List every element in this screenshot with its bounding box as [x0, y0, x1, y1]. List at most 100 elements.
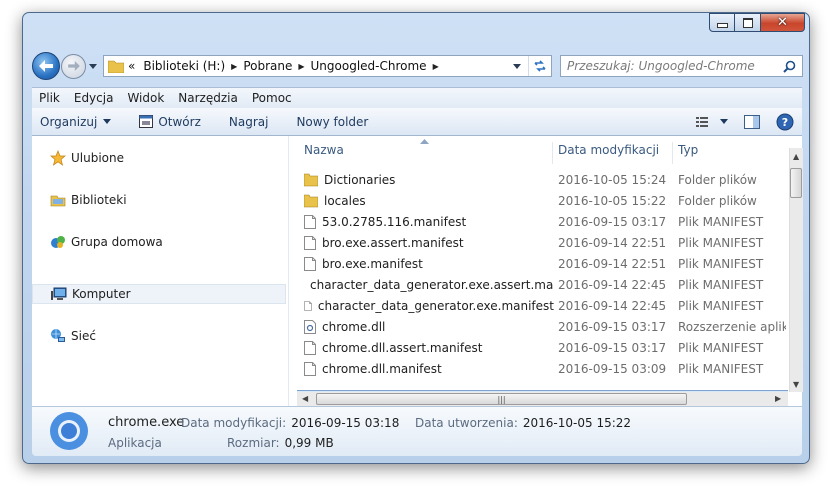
chromium-app-icon: [50, 412, 88, 450]
table-row[interactable]: bro.exe.assert.manifest 2016-09-14 22:51 P…: [297, 232, 788, 253]
table-row[interactable]: chrome.dll.manifest 2016-09-15 03:09 Plik …: [297, 358, 788, 379]
recent-pages-dropdown[interactable]: [88, 61, 98, 71]
star-icon: [50, 150, 66, 166]
address-history-dropdown-icon[interactable]: [513, 63, 521, 69]
table-row[interactable]: locales 2016-10-05 15:22 Folder plików: [297, 190, 788, 211]
nav-item-label: Sieć: [71, 329, 96, 343]
file-date-cell: 2016-09-15 03:09: [558, 358, 666, 379]
dll-file-icon: [304, 319, 316, 334]
help-button[interactable]: ?: [768, 111, 802, 133]
nav-item-favorites[interactable]: Ulubione: [32, 148, 286, 168]
breadcrumb-separator-icon[interactable]: ▶: [296, 62, 306, 71]
scroll-left-icon[interactable]: ◀: [302, 394, 308, 403]
organize-label: Organizuj: [40, 114, 98, 129]
breadcrumb-item[interactable]: Biblioteki (H:): [139, 59, 229, 73]
address-bar[interactable]: « Biblioteki (H:) ▶ Pobrane ▶ Ungoogled-…: [103, 55, 552, 77]
search-icon[interactable]: [783, 60, 796, 73]
menu-tools[interactable]: Narzędzia: [171, 91, 245, 105]
details-file-name: chrome.exe: [108, 415, 185, 430]
burn-label: Nagraj: [228, 114, 269, 129]
file-type: Rozszerzenie aplik.: [678, 319, 786, 334]
table-row[interactable]: chrome.dll.assert.manifest 2016-09-15 03:…: [297, 337, 788, 358]
column-divider[interactable]: [672, 142, 673, 164]
nav-item-label: Biblioteki: [71, 193, 127, 207]
breadcrumb-separator-icon[interactable]: ▶: [229, 62, 239, 71]
file-date-cell: 2016-09-15 03:17: [558, 337, 666, 358]
file-date: 2016-10-05 15:22: [558, 193, 667, 208]
organize-button[interactable]: Organizuj: [32, 111, 119, 133]
search-input[interactable]: [561, 58, 783, 74]
file-date: 2016-09-15 03:17: [558, 319, 667, 334]
forward-button[interactable]: [61, 53, 86, 79]
file-type-cell: Plik MANIFEST: [678, 358, 786, 379]
new-folder-button[interactable]: Nowy folder: [288, 111, 376, 133]
network-icon: [51, 329, 65, 342]
open-button[interactable]: Otwórz: [131, 111, 209, 133]
file-type: Plik MANIFEST: [678, 214, 764, 229]
change-view-button[interactable]: [688, 111, 736, 133]
file-type-cell: Plik MANIFEST: [678, 274, 786, 295]
file-icon: [304, 340, 316, 355]
scroll-right-icon[interactable]: ▶: [775, 394, 781, 403]
file-name: chrome.dll: [322, 319, 386, 334]
preview-pane-button[interactable]: [736, 111, 768, 133]
maximize-button[interactable]: [735, 13, 761, 32]
scroll-up-icon[interactable]: ▲: [793, 152, 799, 161]
scroll-down-icon[interactable]: ▼: [793, 380, 799, 389]
file-date-cell: 2016-10-05 15:22: [558, 190, 666, 211]
nav-item-label: Ulubione: [71, 151, 125, 165]
file-date-cell: 2016-09-15 03:17: [558, 316, 666, 337]
table-row[interactable]: character_data_generator.exe.manifest 201…: [297, 295, 788, 316]
menu-view[interactable]: Widok: [120, 91, 171, 105]
table-row[interactable]: bro.exe.manifest 2016-09-14 22:51 Plik MAN…: [297, 253, 788, 274]
file-name: chrome.dll.assert.manifest: [322, 340, 483, 355]
breadcrumb-item[interactable]: Ungoogled-Chrome: [307, 59, 431, 73]
file-date-cell: 2016-09-14 22:45: [558, 295, 666, 316]
arrow-left-icon: [39, 60, 53, 72]
column-header-label: Data modyfikacji: [558, 143, 660, 157]
file-type-cell: Plik MANIFEST: [678, 232, 786, 253]
nav-item-computer[interactable]: Komputer: [32, 284, 286, 304]
nav-item-network[interactable]: Sieć: [32, 326, 286, 346]
table-row[interactable]: character_data_generator.exe.assert.mani…: [297, 274, 788, 295]
horizontal-scroll-thumb[interactable]: |||: [316, 393, 687, 405]
burn-button[interactable]: Nagraj: [221, 111, 277, 133]
file-date: 2016-09-14 22:51: [558, 256, 667, 271]
column-header-date[interactable]: Data modyfikacji: [558, 136, 659, 164]
details-value: 0,99 MB: [284, 436, 334, 450]
close-button[interactable]: ✕: [761, 13, 805, 32]
back-button[interactable]: [32, 52, 60, 80]
breadcrumb-item[interactable]: Pobrane: [239, 59, 296, 73]
column-divider[interactable]: [552, 142, 553, 164]
refresh-button[interactable]: [528, 56, 551, 76]
column-header-label: Typ: [678, 143, 699, 157]
sort-ascending-icon: [420, 139, 429, 144]
file-type: Plik MANIFEST: [678, 235, 764, 250]
file-date: 2016-10-05 15:24: [558, 172, 667, 187]
chevron-down-icon: [103, 119, 112, 124]
column-header-type[interactable]: Typ: [678, 136, 698, 164]
vertical-scroll-thumb[interactable]: [790, 168, 802, 198]
breadcrumb-separator-icon[interactable]: ▶: [431, 62, 441, 71]
breadcrumb-overflow[interactable]: «: [124, 59, 139, 73]
table-row[interactable]: Dictionaries 2016-10-05 15:24 Folder plikó…: [297, 169, 788, 190]
details-created: Data utworzenia: 2016-10-05 15:22: [415, 416, 631, 430]
nav-item-libraries[interactable]: Biblioteki: [32, 190, 286, 210]
file-name-cell: locales: [304, 190, 554, 211]
minimize-button[interactable]: [709, 13, 735, 32]
table-row[interactable]: chrome.dll 2016-09-15 03:17 Rozszerzenie a…: [297, 316, 788, 337]
folder-icon: [304, 194, 318, 207]
menu-file[interactable]: Plik: [32, 91, 67, 105]
table-row[interactable]: 53.0.2785.116.manifest 2016-09-15 03:17 Pl…: [297, 211, 788, 232]
nav-item-homegroup[interactable]: Grupa domowa: [32, 232, 286, 252]
file-name: Dictionaries: [324, 172, 396, 187]
column-header-label: Nazwa: [304, 143, 344, 157]
vertical-scrollbar[interactable]: ▲ ▼: [789, 148, 803, 392]
horizontal-scrollbar[interactable]: ◀ ||| ▶: [297, 392, 788, 406]
menu-help[interactable]: Pomoc: [245, 91, 299, 105]
column-header-name[interactable]: Nazwa: [304, 136, 344, 164]
menu-edit[interactable]: Edycja: [67, 91, 121, 105]
file-name-cell: character_data_generator.exe.assert.mani…: [304, 274, 554, 295]
file-name: character_data_generator.exe.assert.mani…: [310, 277, 554, 292]
file-type-cell: Folder plików: [678, 190, 786, 211]
